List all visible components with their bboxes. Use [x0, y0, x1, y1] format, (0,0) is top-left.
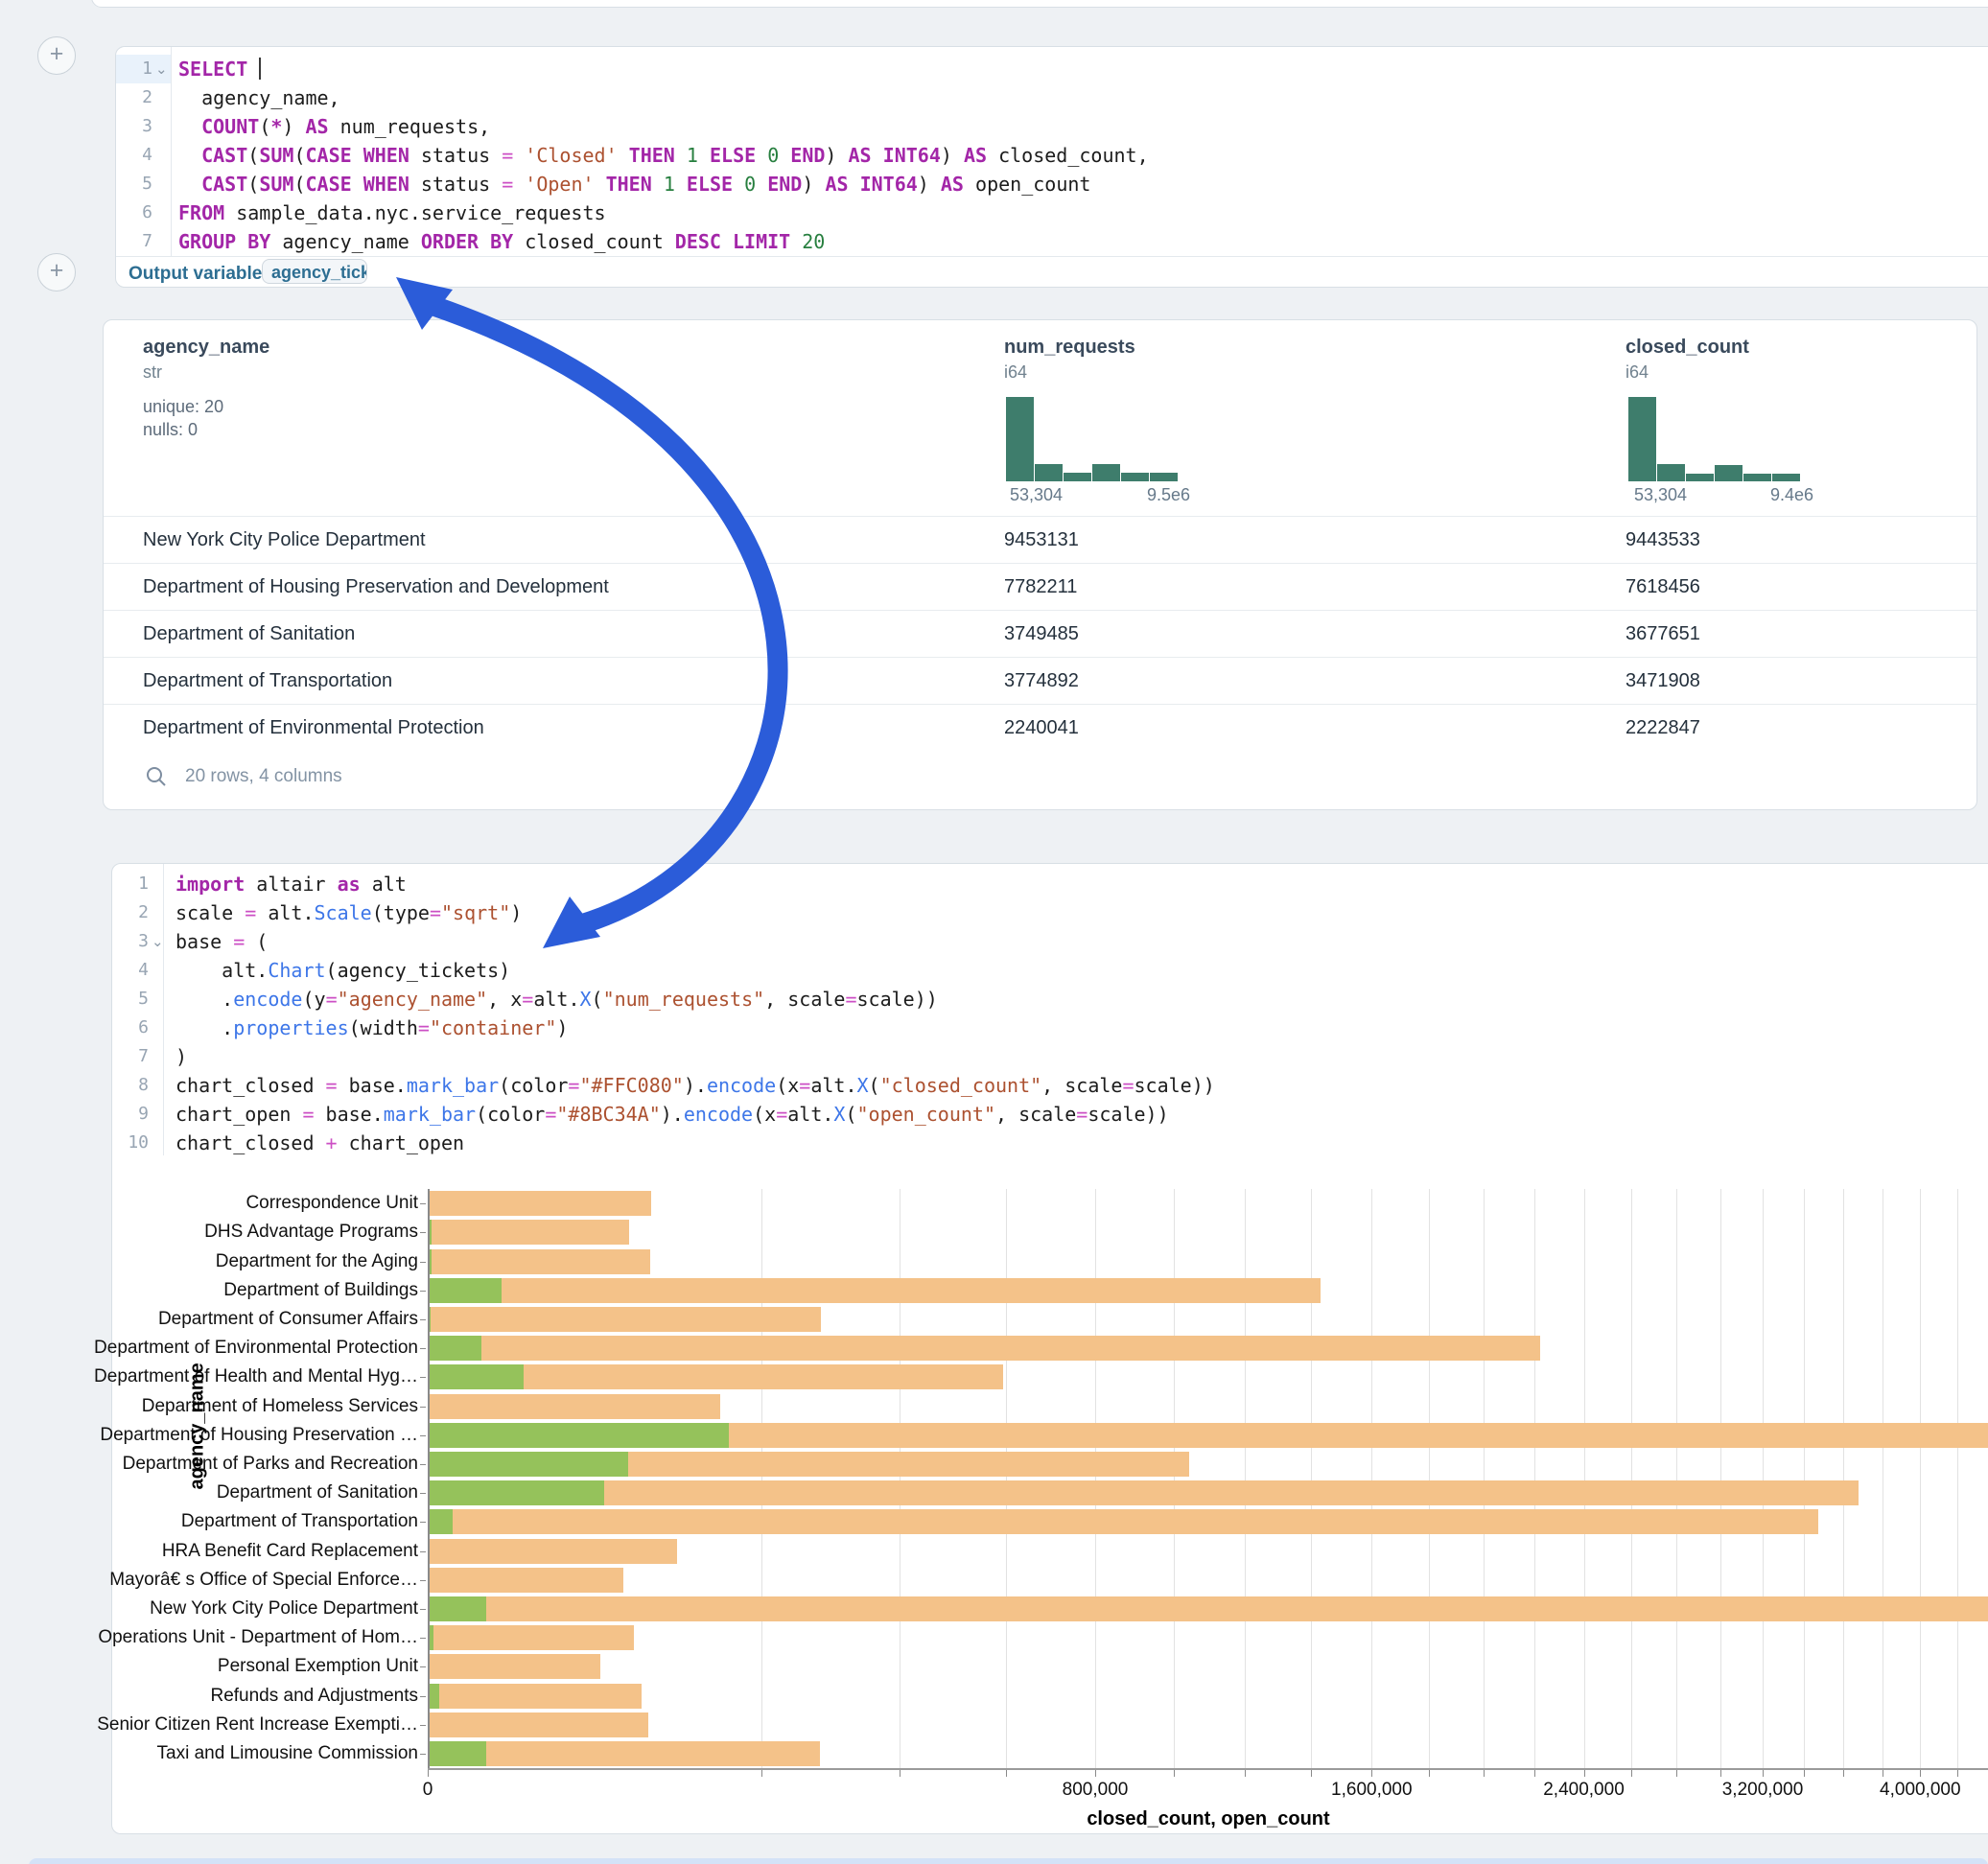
line-number: 6 [116, 202, 152, 222]
cell-num-requests: 3749485 [1004, 623, 1079, 645]
histogram-bar [1035, 464, 1063, 481]
histogram-bar [1628, 397, 1656, 481]
code-line: .encode(y="agency_name", x=alt.X("num_re… [175, 985, 1988, 1014]
column-stat-nulls: nulls: 0 [143, 420, 198, 440]
line-number: 7 [116, 231, 152, 251]
cell-num-requests: 3774892 [1004, 670, 1079, 692]
cell-agency-name: Department of Sanitation [143, 623, 355, 645]
sql-output-variable-row: Output variable: agency_tickets [116, 256, 1988, 289]
code-line: chart_closed = base.mark_bar(color="#FFC… [175, 1071, 1988, 1100]
line-number: 4 [116, 145, 152, 165]
code-line: alt.Chart(agency_tickets) [175, 956, 1988, 985]
line-number: 6 [112, 1017, 149, 1037]
previous-cell-fragment [91, 0, 1988, 8]
line-number: 3 [112, 931, 149, 951]
python-code-editor[interactable]: 1 import altair as alt 2 scale = alt.Scale(… [112, 870, 1988, 1157]
output-variable-pill[interactable]: agency_tickets [262, 259, 367, 284]
cell-num-requests: 9453131 [1004, 529, 1079, 551]
cell-closed-count: 3677651 [1625, 623, 1700, 645]
line-number: 8 [112, 1075, 149, 1095]
cell-agency-name: New York City Police Department [143, 529, 426, 551]
code-line: base = ( [175, 927, 1988, 956]
num-requests-max-label: 9.5e6 [1147, 485, 1190, 505]
histogram-bar [1150, 473, 1178, 481]
code-line: agency_name, [178, 83, 1988, 112]
line-number: 2 [112, 902, 149, 922]
cell-num-requests: 2240041 [1004, 717, 1079, 739]
add-cell-button-top[interactable]: + [37, 36, 76, 75]
cell-closed-count: 2222847 [1625, 717, 1700, 739]
line-number: 9 [112, 1104, 149, 1124]
column-type-agency-name: str [143, 362, 162, 383]
histogram-bar [1743, 474, 1771, 481]
line-number: 7 [112, 1046, 149, 1066]
table-row[interactable]: Department of Housing Preservation and D… [104, 563, 1976, 611]
cell-closed-count: 3471908 [1625, 670, 1700, 692]
fold-chevron-icon[interactable]: ⌄ [152, 933, 164, 950]
fold-chevron-icon[interactable]: ⌄ [155, 60, 168, 78]
closed-count-min-label: 53,304 [1634, 485, 1687, 505]
python-gutter-divider [163, 864, 164, 1155]
table-row-count: 20 rows, 4 columns [185, 766, 342, 787]
histogram-bar [1006, 397, 1034, 481]
table-footer: 20 rows, 4 columns [104, 751, 1976, 810]
code-line: chart_open = base.mark_bar(color="#8BC34… [175, 1100, 1988, 1129]
text-cursor [259, 58, 261, 80]
search-icon[interactable] [145, 765, 168, 788]
table-row[interactable]: New York City Police Department 9453131 94… [104, 516, 1976, 564]
code-line: FROM sample_data.nyc.service_requests [178, 198, 1988, 227]
cell-num-requests: 7782211 [1004, 576, 1077, 598]
code-line: ) [175, 1042, 1988, 1071]
output-variable-label: Output variable: [129, 264, 269, 285]
num-requests-histogram [1006, 395, 1178, 481]
code-line: chart_closed + chart_open [175, 1129, 1988, 1157]
table-row[interactable]: Department of Environmental Protection 22… [104, 704, 1976, 752]
line-number: 4 [112, 960, 149, 980]
code-line: scale = alt.Scale(type="sqrt") [175, 898, 1988, 927]
python-cell: 1 import altair as alt 2 scale = alt.Scale(… [111, 863, 1988, 1834]
column-type-closed-count: i64 [1625, 362, 1649, 383]
code-line: COUNT(*) AS num_requests, [178, 112, 1988, 141]
column-stat-unique: unique: 20 [143, 397, 223, 417]
table-row[interactable]: Department of Sanitation 3749485 3677651 [104, 610, 1976, 658]
cell-agency-name: Department of Transportation [143, 670, 392, 692]
histogram-bar [1657, 464, 1685, 481]
histogram-bar [1064, 473, 1091, 481]
cell-closed-count: 9443533 [1625, 529, 1700, 551]
code-line: import altair as alt [175, 870, 1988, 898]
code-line: GROUP BY agency_name ORDER BY closed_cou… [178, 227, 1988, 256]
closed-count-max-label: 9.4e6 [1770, 485, 1813, 505]
sql-cell: 1⌄ SELECT 2 agency_name, 3 COUNT(*) AS num… [115, 46, 1988, 288]
histogram-bar [1715, 465, 1742, 481]
histogram-bar [1772, 474, 1800, 481]
add-cell-button-mid[interactable]: + [37, 253, 76, 291]
cell-agency-name: Department of Housing Preservation and D… [143, 576, 609, 598]
histogram-bar [1686, 474, 1714, 481]
line-number: 1 [116, 58, 152, 79]
histogram-bar [1092, 464, 1120, 481]
line-number: 2 [116, 87, 152, 107]
column-header-agency-name[interactable]: agency_name [143, 337, 269, 359]
line-number: 3 [116, 116, 152, 136]
table-row[interactable]: Department of Transportation 3774892 34719… [104, 657, 1976, 705]
column-header-closed-count[interactable]: closed_count [1625, 337, 1749, 359]
next-cell-fragment [29, 1858, 1988, 1864]
line-number: 5 [116, 174, 152, 194]
column-header-num-requests[interactable]: num_requests [1004, 337, 1135, 359]
code-line: .properties(width="container") [175, 1014, 1988, 1042]
column-type-num-requests: i64 [1004, 362, 1027, 383]
histogram-bar [1121, 473, 1149, 481]
line-number: 1 [112, 874, 149, 894]
code-line: SELECT [178, 55, 1988, 83]
code-line: CAST(SUM(CASE WHEN status = 'Open' THEN … [178, 170, 1988, 198]
code-line: CAST(SUM(CASE WHEN status = 'Closed' THE… [178, 141, 1988, 170]
cell-closed-count: 7618456 [1625, 576, 1700, 598]
num-requests-min-label: 53,304 [1010, 485, 1063, 505]
sql-gutter-divider [171, 47, 172, 256]
cell-agency-name: Department of Environmental Protection [143, 717, 484, 739]
sql-result-table: agency_name str unique: 20 nulls: 0 num_… [103, 319, 1977, 810]
line-number: 10 [112, 1132, 149, 1153]
closed-count-histogram [1628, 395, 1800, 481]
line-number: 5 [112, 989, 149, 1009]
